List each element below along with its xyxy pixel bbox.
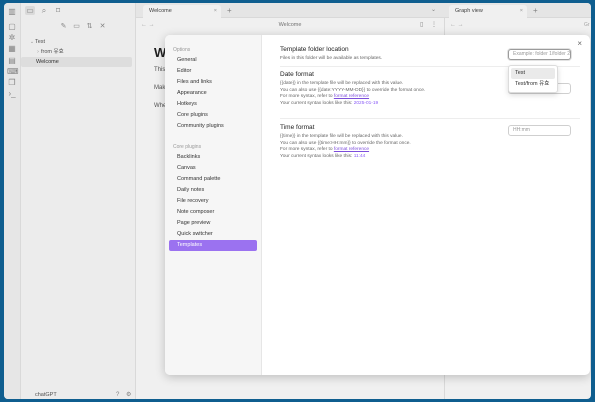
- suggestion-item[interactable]: Test: [511, 68, 555, 79]
- desc-line: Your current syntax looks like this: 202…: [280, 101, 580, 108]
- nav-item-general[interactable]: General: [169, 55, 257, 66]
- nav-gap: [165, 132, 261, 142]
- settings-modal: × Options General Editor Files and links…: [165, 35, 590, 375]
- divider: [280, 118, 580, 119]
- nav-item-daily-notes[interactable]: Daily notes: [169, 185, 257, 196]
- settings-nav: Options General Editor Files and links A…: [165, 35, 262, 375]
- nav-item-editor[interactable]: Editor: [169, 66, 257, 77]
- nav-item-hotkeys[interactable]: Hotkeys: [169, 99, 257, 110]
- nav-item-quick-switcher[interactable]: Quick switcher: [169, 229, 257, 240]
- nav-item-note-composer[interactable]: Note composer: [169, 207, 257, 218]
- nav-item-file-recovery[interactable]: File recovery: [169, 196, 257, 207]
- nav-item-page-preview[interactable]: Page preview: [169, 218, 257, 229]
- setting-desc: {{time}} in the template file will be re…: [280, 134, 580, 160]
- format-reference-link[interactable]: format reference: [334, 94, 369, 99]
- desc-text: For more syntax, refer to: [280, 147, 334, 152]
- time-sample: 11:44: [353, 153, 366, 159]
- nav-section-core-plugins: Core plugins: [173, 144, 202, 150]
- nav-item-core-plugins[interactable]: Core plugins: [169, 110, 257, 121]
- desc-text: For more syntax, refer to: [280, 94, 334, 99]
- suggestion-item[interactable]: Test/from 유효: [511, 79, 555, 90]
- template-folder-input[interactable]: Example: folder 1/folder 2: [508, 49, 571, 60]
- desc-line: Your current syntax looks like this: 11:…: [280, 154, 580, 161]
- nav-section-options: Options: [173, 47, 191, 53]
- nav-item-command-palette[interactable]: Command palette: [169, 174, 257, 185]
- desc-text: Your current syntax looks like this:: [280, 100, 354, 106]
- nav-item-canvas[interactable]: Canvas: [169, 163, 257, 174]
- desc-text: Your current syntax looks like this:: [280, 153, 354, 159]
- folder-suggestions: Test Test/from 유효: [508, 65, 558, 93]
- nav-item-backlinks[interactable]: Backlinks: [169, 152, 257, 163]
- format-reference-link[interactable]: format reference: [334, 147, 369, 152]
- nav-item-community-plugins[interactable]: Community plugins: [169, 121, 257, 132]
- date-sample: 2025-01-19: [353, 100, 379, 106]
- time-format-input[interactable]: HH:mm: [508, 125, 571, 136]
- nav-item-templates[interactable]: Templates: [169, 240, 257, 251]
- nav-item-files-and-links[interactable]: Files and links: [169, 77, 257, 88]
- app-window: ▥ ▢ ✲ ▦ ▤ ⌨ ❐ ›_ ▭ ⌕ ⌑ ✎ ▭ ⇅ ✕ ⌄ Test › …: [4, 3, 591, 399]
- nav-item-appearance[interactable]: Appearance: [169, 88, 257, 99]
